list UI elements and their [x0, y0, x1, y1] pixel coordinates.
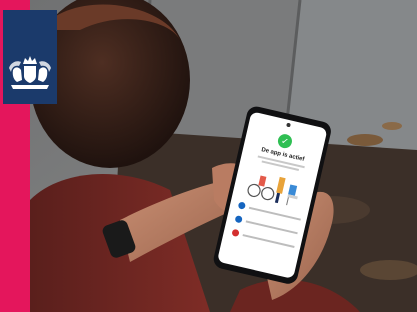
photo-scene: [0, 0, 417, 312]
dutch-royal-coat-of-arms-logo: [3, 10, 57, 104]
info-icon: [237, 201, 247, 210]
info-icon: [234, 215, 243, 224]
warning-icon: [231, 228, 240, 238]
check-circle-icon: ✓: [276, 132, 294, 150]
photo-canvas: ✓ De app is actief: [0, 0, 417, 312]
